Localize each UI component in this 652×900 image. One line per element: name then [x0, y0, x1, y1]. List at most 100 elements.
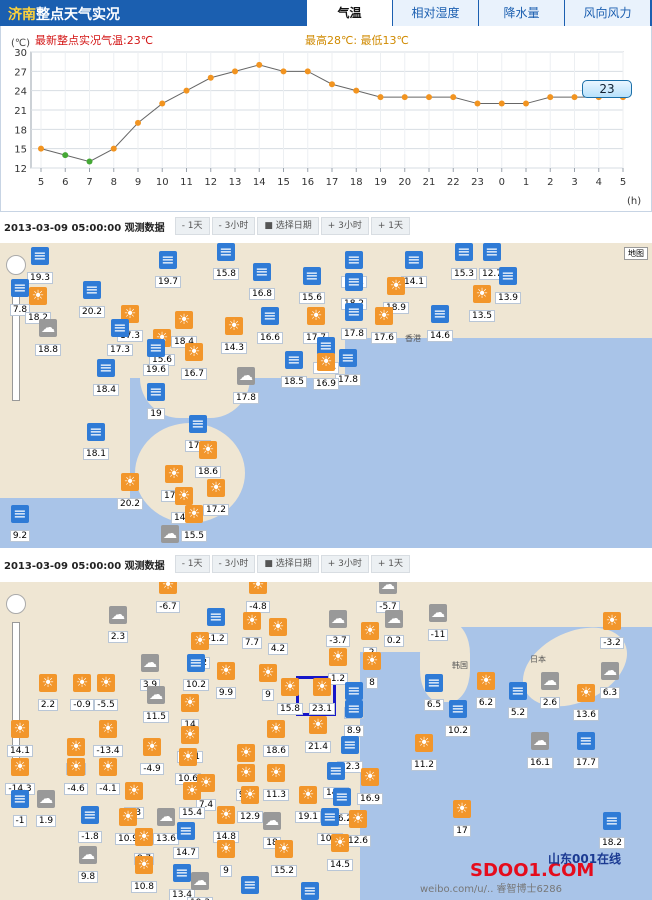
sunny-icon	[159, 582, 177, 594]
station-marker[interactable]: 19.7	[148, 251, 188, 288]
minus-3-hours-button[interactable]: - 3小时	[212, 217, 256, 235]
cloudy-icon	[37, 790, 55, 808]
station-marker[interactable]: 9.8	[68, 846, 108, 883]
pan-control[interactable]	[6, 594, 26, 614]
station-marker[interactable]: 16.8	[230, 876, 270, 900]
station-marker[interactable]: -4.9	[132, 738, 172, 775]
range-text: 最高28℃: 最低13℃	[305, 33, 409, 47]
temperature-point	[523, 101, 529, 107]
station-marker[interactable]: 16.6	[250, 307, 290, 344]
station-marker[interactable]: 1.9	[26, 790, 66, 827]
station-marker[interactable]: 20.2	[72, 281, 112, 318]
station-marker[interactable]: 4.2	[258, 618, 298, 655]
temperature-value: -13.4	[93, 745, 122, 757]
station-marker[interactable]: 8.9	[334, 700, 374, 737]
station-marker[interactable]: 17.7	[566, 732, 606, 769]
station-marker[interactable]: 14.1	[0, 720, 40, 757]
station-marker[interactable]: 16.9	[306, 353, 346, 390]
time-toolbar-2: 2013-03-09 05:00:00 观测数据 - 1天 - 3小时 ■ 选择…	[0, 554, 412, 574]
sunny-icon	[143, 738, 161, 756]
sunny-icon	[135, 856, 153, 874]
tab-wind[interactable]: 风向风力	[564, 0, 650, 26]
station-marker[interactable]: 15.6	[292, 267, 332, 304]
station-marker[interactable]: 10.8	[124, 856, 164, 893]
minus-1-day-button[interactable]: - 1天	[175, 555, 210, 573]
station-marker[interactable]: 11.2	[404, 734, 444, 771]
station-marker[interactable]: -3.2	[592, 612, 632, 649]
overcast-icon	[301, 882, 319, 900]
station-marker[interactable]: 13.5	[462, 285, 502, 322]
sunny-icon	[269, 618, 287, 636]
station-marker[interactable]: 17.8	[226, 367, 266, 404]
station-marker[interactable]: 5.2	[498, 682, 538, 719]
temperature-value: 16.9	[313, 378, 339, 390]
station-marker[interactable]: 13.6	[566, 684, 606, 721]
station-marker[interactable]: 17.3	[100, 319, 140, 356]
sunny-icon	[317, 353, 335, 371]
temperature-point	[572, 94, 578, 100]
temperature-value: -4.6	[64, 783, 88, 795]
temperature-value: 16.7	[181, 368, 207, 380]
station-marker[interactable]: 14.8	[206, 806, 246, 843]
choose-date-button[interactable]: ■ 选择日期	[257, 217, 318, 235]
station-marker[interactable]: 16.8	[242, 263, 282, 300]
minus-1-day-button[interactable]: - 1天	[175, 217, 210, 235]
station-marker[interactable]: 18.1	[76, 423, 116, 460]
station-marker[interactable]: -5.5	[86, 674, 126, 711]
temperature-value: 10.2	[445, 725, 471, 737]
map-type-button[interactable]: 地图	[624, 247, 648, 260]
station-marker[interactable]: -5.7	[368, 582, 408, 613]
station-marker[interactable]: 15.8	[206, 243, 246, 280]
choose-date-button[interactable]: ■ 选择日期	[257, 555, 318, 573]
station-marker[interactable]: 14.6	[420, 305, 460, 342]
plus-3-hours-button[interactable]: + 3小时	[321, 555, 369, 573]
station-marker[interactable]: 16.1	[520, 732, 560, 769]
station-marker[interactable]: 19.3	[180, 872, 220, 900]
station-marker[interactable]: 17.1	[150, 525, 190, 548]
plus-3-hours-button[interactable]: + 3小时	[321, 217, 369, 235]
station-marker[interactable]: 20.2	[110, 473, 150, 510]
station-marker[interactable]: 18.2	[592, 812, 632, 849]
sunny-icon	[11, 758, 29, 776]
station-marker[interactable]: 19	[136, 383, 176, 420]
station-marker[interactable]: 14.7	[166, 822, 206, 859]
tab-humidity[interactable]: 相对湿度	[392, 0, 478, 26]
temperature-value: 2.6	[540, 697, 560, 709]
sunny-icon	[207, 479, 225, 497]
station-marker[interactable]: -1.8	[70, 806, 110, 843]
station-marker[interactable]: -4.8	[238, 582, 278, 613]
station-marker[interactable]: 17.6	[364, 307, 404, 344]
y-tick-label: 18	[14, 125, 27, 136]
station-marker[interactable]: 14.3	[214, 317, 254, 354]
station-marker[interactable]: 16.7	[174, 343, 214, 380]
station-marker[interactable]: 18.8	[28, 319, 68, 356]
sunny-icon	[199, 441, 217, 459]
station-marker[interactable]: 13.9	[290, 882, 330, 900]
plus-1-day-button[interactable]: + 1天	[371, 555, 410, 573]
station-marker[interactable]: -6.7	[148, 582, 188, 613]
tab-precipitation[interactable]: 降水量	[478, 0, 564, 26]
station-marker[interactable]: 9.9	[206, 662, 246, 699]
minus-3-hours-button[interactable]: - 3小时	[212, 555, 256, 573]
station-marker[interactable]: -11	[418, 604, 458, 641]
station-marker[interactable]: 15.2	[264, 840, 304, 877]
station-marker[interactable]: 2.3	[98, 606, 138, 643]
temperature-value: 18.4	[93, 384, 119, 396]
plus-1-day-button[interactable]: + 1天	[371, 217, 410, 235]
temperature-point	[426, 94, 432, 100]
station-marker[interactable]: 14.5	[320, 834, 360, 871]
station-marker[interactable]: 19.6	[136, 339, 176, 376]
x-tick-label: 16	[301, 177, 314, 188]
tab-temperature[interactable]: 气温	[306, 0, 392, 26]
station-marker[interactable]: 17	[442, 800, 482, 837]
cloudy-icon	[531, 732, 549, 750]
overcast-icon	[577, 732, 595, 750]
station-marker[interactable]: 18.6	[188, 441, 228, 478]
south-china-map[interactable]: 地图 香港 19.319.715.814.114.115.312.77.818.…	[0, 243, 652, 548]
overcast-icon	[333, 788, 351, 806]
sunny-icon	[29, 287, 47, 305]
station-marker[interactable]: 10.2	[438, 700, 478, 737]
east-asia-map[interactable]: 韩国 日本 SDOO1.COM 山东001在线 weibo.com/u/.. 睿…	[0, 582, 652, 900]
station-marker[interactable]: 18.4	[86, 359, 126, 396]
station-marker[interactable]: 9.2	[0, 505, 40, 542]
